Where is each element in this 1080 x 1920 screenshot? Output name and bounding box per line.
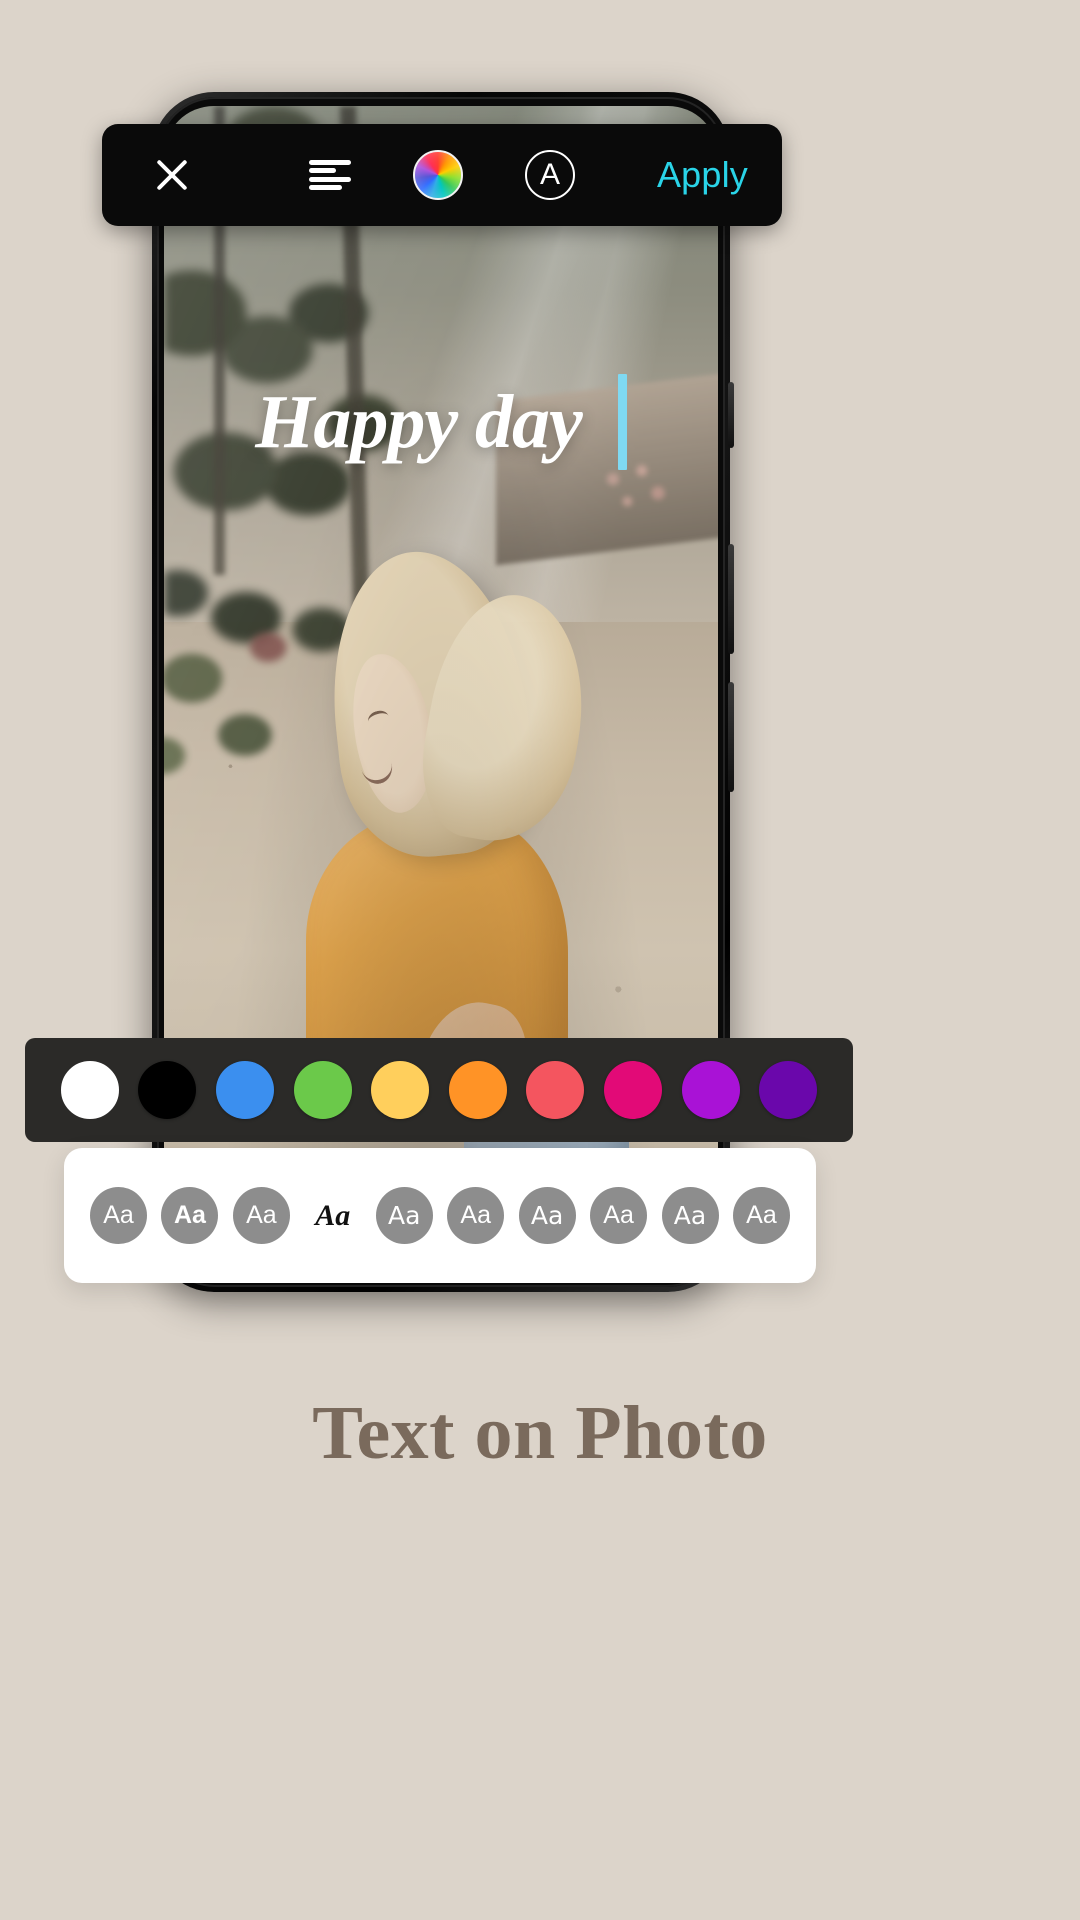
color-swatch-violet[interactable] [759, 1061, 818, 1119]
font-chip-3[interactable]: Aa [232, 1187, 290, 1244]
phone-side-button-mute [728, 382, 734, 448]
close-button[interactable] [132, 124, 212, 226]
color-swatch-wrapper [672, 1061, 750, 1119]
color-swatch-wrapper [129, 1061, 207, 1119]
close-icon [152, 155, 192, 195]
color-swatch-wrapper [361, 1061, 439, 1119]
color-swatch-wrapper [284, 1061, 362, 1119]
phone-side-button-volume-down [728, 682, 734, 792]
editor-toolbar: A Apply [102, 124, 782, 226]
font-picker-panel: Aa Aa Aa Aa Aa Aa Aa Aa Aa Aa [64, 1148, 816, 1283]
font-chip-6[interactable]: Aa [447, 1187, 505, 1244]
color-swatch-wrapper [749, 1061, 827, 1119]
font-style-icon[interactable]: A [525, 150, 575, 200]
color-swatch-wrapper [51, 1061, 129, 1119]
color-swatch-red[interactable] [526, 1061, 585, 1119]
color-swatch-strip [25, 1038, 853, 1142]
color-swatch-magenta[interactable] [603, 1061, 662, 1119]
page-caption: Text on Photo [312, 1391, 768, 1475]
font-chip-4[interactable]: Aa [304, 1187, 361, 1244]
color-swatch-yellow[interactable] [371, 1061, 430, 1119]
font-chip-9[interactable]: Aa [661, 1187, 719, 1244]
font-chip-2[interactable]: Aa [161, 1187, 219, 1244]
font-chip-7[interactable]: Aa [518, 1187, 576, 1244]
color-swatch-wrapper [206, 1061, 284, 1119]
color-swatch-wrapper [594, 1061, 672, 1119]
font-chip-5[interactable]: Aa [375, 1187, 433, 1244]
font-chip-1[interactable]: Aa [90, 1187, 147, 1244]
color-swatch-wrapper [439, 1061, 517, 1119]
color-swatch-green[interactable] [293, 1061, 352, 1119]
color-swatch-purple[interactable] [681, 1061, 740, 1119]
apply-button[interactable]: Apply [657, 124, 748, 226]
color-swatch-blue[interactable] [215, 1061, 274, 1119]
color-swatch-orange[interactable] [448, 1061, 507, 1119]
color-wheel-icon[interactable] [413, 150, 463, 200]
color-swatch-white[interactable] [60, 1061, 119, 1119]
color-swatch-wrapper [517, 1061, 595, 1119]
font-chip-10[interactable]: Aa [732, 1187, 790, 1244]
text-align-left-icon[interactable] [309, 160, 351, 190]
font-chip-8[interactable]: Aa [590, 1187, 648, 1244]
phone-side-button-volume-up [728, 544, 734, 654]
color-swatch-black[interactable] [138, 1061, 197, 1119]
